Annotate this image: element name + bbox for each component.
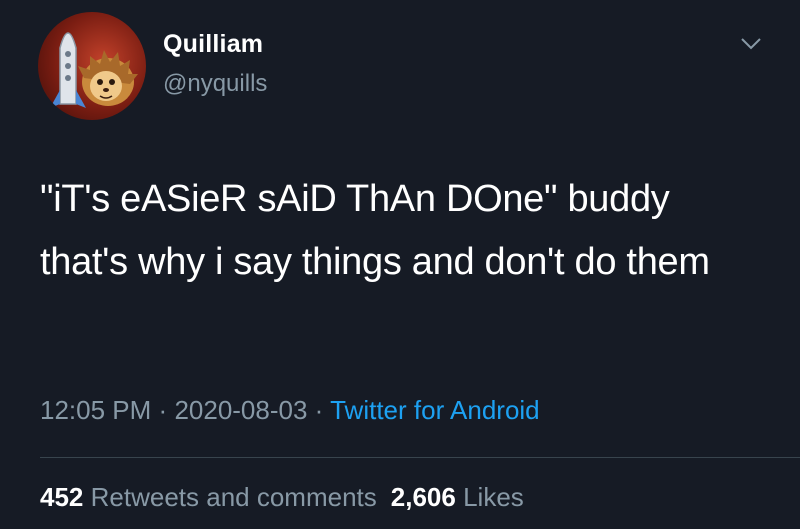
avatar[interactable] <box>38 12 146 120</box>
tweet-stats: 452 Retweets and comments 2,606 Likes <box>40 482 524 513</box>
rocket-hedgehog-avatar-icon <box>50 32 138 108</box>
user-display-name[interactable]: Quilliam <box>163 30 263 59</box>
likes-label: Likes <box>463 482 524 512</box>
tweet-time: 12:05 PM <box>40 395 152 425</box>
likes-count: 2,606 <box>390 482 456 512</box>
tweet-card: Quilliam @nyquills "iT's eASieR sAiD ThA… <box>0 0 800 529</box>
tweet-meta: 12:05 PM · 2020-08-03 · Twitter for Andr… <box>40 395 540 426</box>
likes-stat[interactable]: 2,606 Likes <box>391 482 524 512</box>
meta-separator: · <box>314 395 324 425</box>
user-handle[interactable]: @nyquills <box>163 70 267 98</box>
chevron-down-icon[interactable] <box>740 36 762 52</box>
tweet-date: 2020-08-03 <box>174 395 308 425</box>
retweets-count: 452 <box>40 482 84 512</box>
meta-separator: · <box>158 395 168 425</box>
retweets-stat[interactable]: 452 Retweets and comments <box>40 482 377 512</box>
retweets-label: Retweets and comments <box>90 482 377 512</box>
tweet-text: "iT's eASieR sAiD ThAn DOne" buddy that'… <box>40 178 710 283</box>
divider <box>40 457 800 458</box>
tweet-client-link[interactable]: Twitter for Android <box>330 395 540 425</box>
